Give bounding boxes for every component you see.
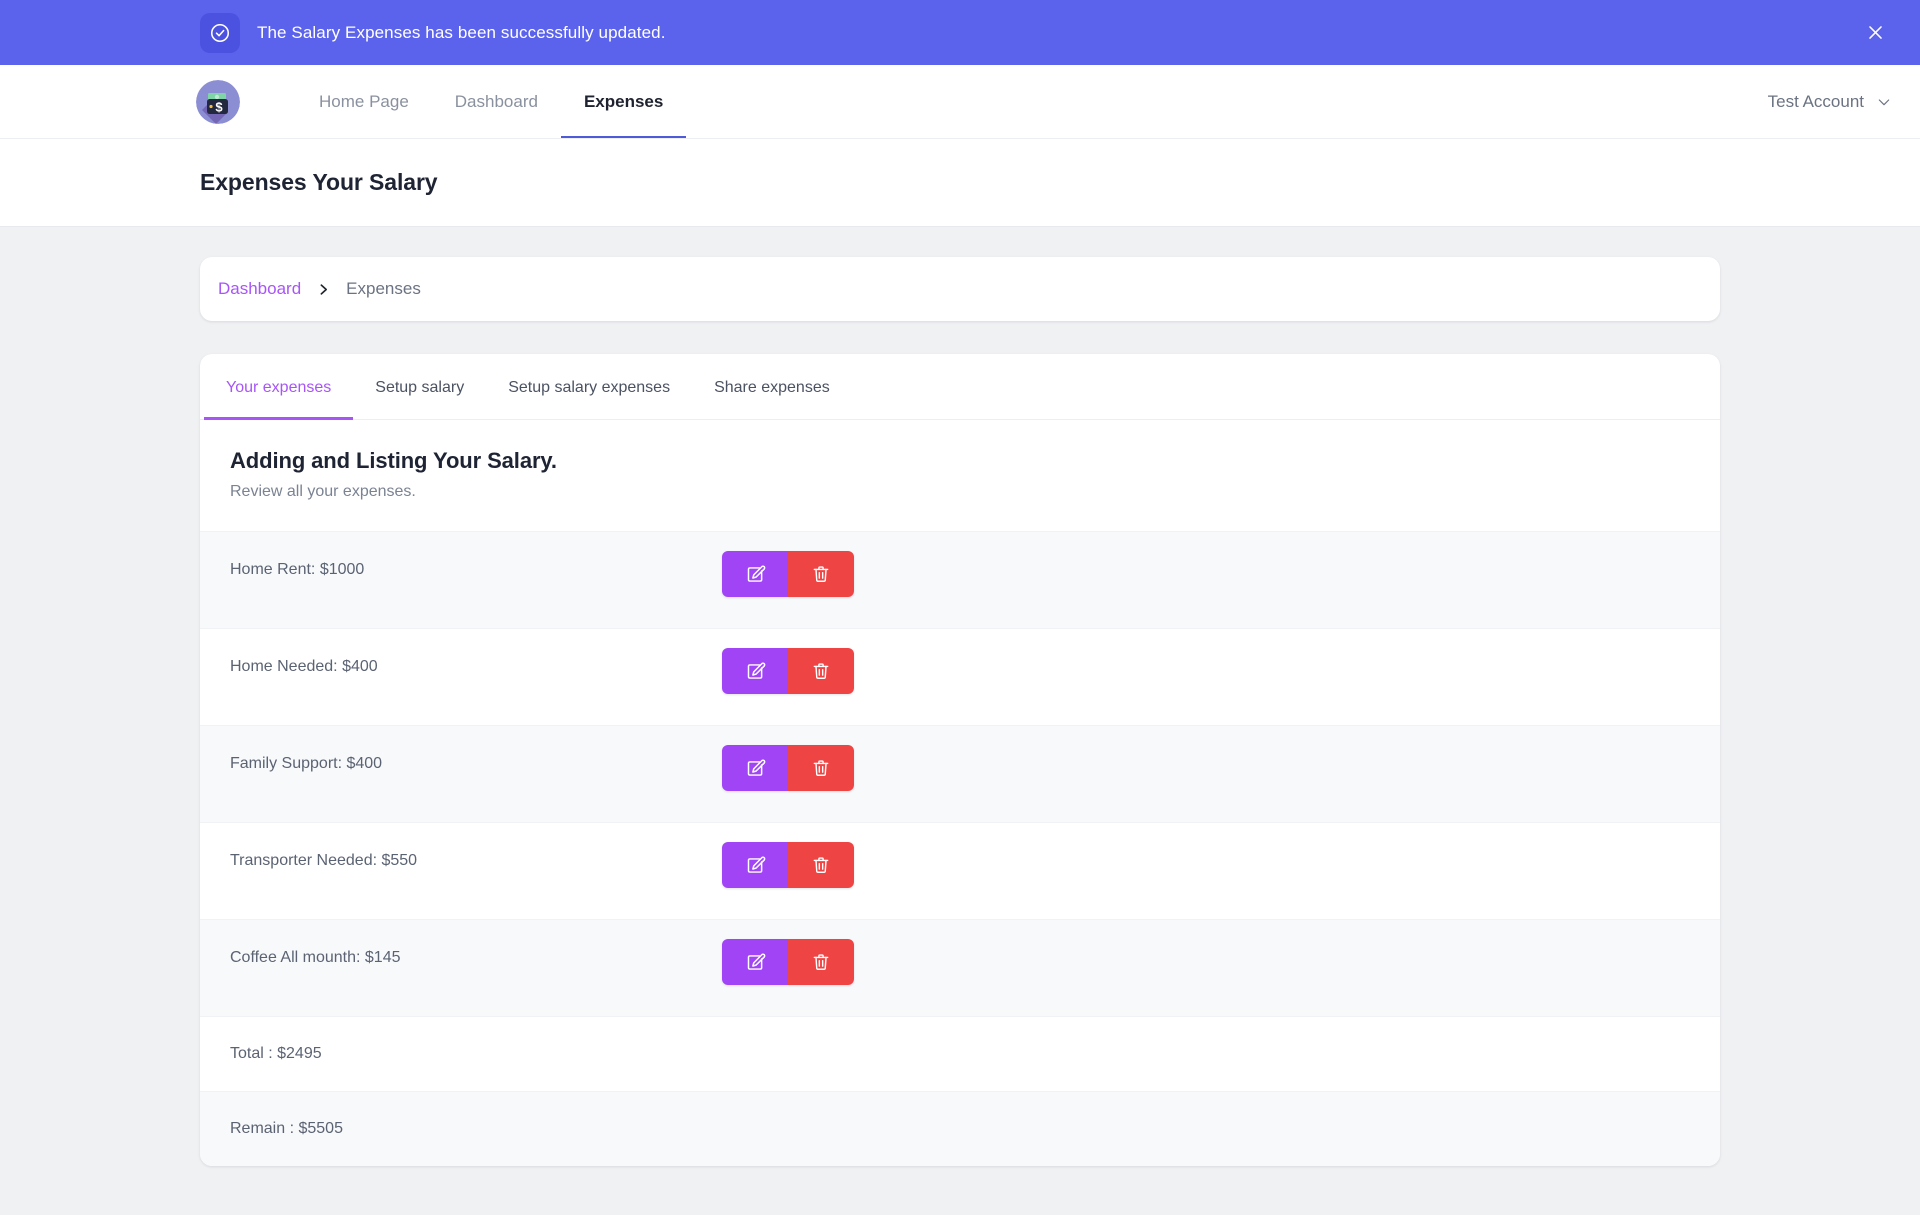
nav-links: Home Page Dashboard Expenses: [296, 65, 687, 138]
table-row: Family Support: $400: [200, 725, 1720, 822]
trash-icon: [813, 663, 829, 679]
main-navbar: $ Home Page Dashboard Expenses Test Acco…: [0, 65, 1920, 139]
page-title-bar: Expenses Your Salary: [0, 139, 1920, 227]
expense-label: Home Rent: $1000: [230, 561, 365, 578]
row-actions: [722, 745, 854, 791]
section-title: Adding and Listing Your Salary.: [230, 448, 557, 473]
expense-label: Coffee All mounth: $145: [230, 949, 401, 966]
trash-icon: [813, 760, 829, 776]
page-content: Dashboard Expenses Your expenses Setup s…: [0, 227, 1920, 1166]
account-label: Test Account: [1767, 91, 1864, 111]
table-row: Coffee All mounth: $145: [200, 919, 1720, 1016]
row-actions: [722, 939, 854, 985]
delete-expense-button[interactable]: [788, 551, 854, 597]
tab-your-expenses[interactable]: Your expenses: [204, 354, 354, 420]
breadcrumb-link-dashboard[interactable]: Dashboard: [218, 279, 301, 299]
edit-pencil-icon: [747, 759, 765, 776]
edit-pencil-icon: [747, 953, 765, 970]
table-row: Home Needed: $400: [200, 628, 1720, 725]
chevron-down-icon: [1878, 98, 1890, 105]
expense-label: Home Needed: $400: [230, 658, 378, 675]
edit-expense-button[interactable]: [722, 842, 788, 888]
tab-share-expenses[interactable]: Share expenses: [692, 354, 852, 419]
expenses-tabs: Your expenses Setup salary Setup salary …: [200, 354, 1720, 420]
nav-link-expenses[interactable]: Expenses: [560, 65, 687, 138]
check-circle-icon: [200, 12, 240, 53]
section-subtitle: Review all your expenses.: [230, 483, 416, 500]
expenses-card: Your expenses Setup salary Setup salary …: [200, 354, 1720, 1166]
delete-expense-button[interactable]: [788, 745, 854, 791]
edit-expense-button[interactable]: [722, 745, 788, 791]
success-alert-banner: The Salary Expenses has been successfull…: [0, 0, 1920, 65]
chevron-right-icon: [317, 282, 330, 297]
edit-expense-button[interactable]: [722, 648, 788, 694]
account-menu[interactable]: Test Account: [1768, 65, 1892, 138]
trash-icon: [813, 566, 829, 582]
breadcrumb-current-expenses: Expenses: [346, 279, 421, 298]
delete-expense-button[interactable]: [788, 842, 854, 888]
expense-label: Family Support: $400: [230, 755, 383, 772]
delete-expense-button[interactable]: [788, 939, 854, 985]
alert-message: The Salary Expenses has been successfull…: [257, 22, 666, 42]
trash-icon: [813, 954, 829, 970]
edit-pencil-icon: [747, 662, 765, 679]
table-row: Home Rent: $1000: [200, 531, 1720, 628]
svg-text:$: $: [215, 99, 223, 114]
tab-setup-salary[interactable]: Setup salary: [353, 354, 486, 419]
brand-logo-link[interactable]: $: [196, 65, 240, 138]
delete-expense-button[interactable]: [788, 648, 854, 694]
edit-pencil-icon: [747, 856, 765, 873]
money-wallet-logo-icon: $: [196, 79, 240, 124]
trash-icon: [813, 857, 829, 873]
nav-link-dashboard[interactable]: Dashboard: [432, 65, 561, 138]
expense-label: Transporter Needed: $550: [230, 852, 418, 869]
tab-setup-salary-expenses[interactable]: Setup salary expenses: [486, 354, 692, 419]
row-actions: [722, 551, 854, 597]
edit-expense-button[interactable]: [722, 551, 788, 597]
close-icon: [1868, 26, 1882, 39]
row-actions: [722, 842, 854, 888]
page-title: Expenses Your Salary: [200, 169, 438, 195]
total-row: Total : $2495: [200, 1016, 1720, 1091]
nav-link-home-page[interactable]: Home Page: [296, 65, 432, 138]
remain-row: Remain : $5505: [200, 1091, 1720, 1166]
alert-close-button[interactable]: [1858, 16, 1892, 50]
row-actions: [722, 648, 854, 694]
table-row: Transporter Needed: $550: [200, 822, 1720, 919]
edit-expense-button[interactable]: [722, 939, 788, 985]
edit-pencil-icon: [747, 565, 765, 582]
section-header: Adding and Listing Your Salary. Review a…: [200, 420, 1720, 531]
breadcrumb: Dashboard Expenses: [200, 257, 1720, 321]
